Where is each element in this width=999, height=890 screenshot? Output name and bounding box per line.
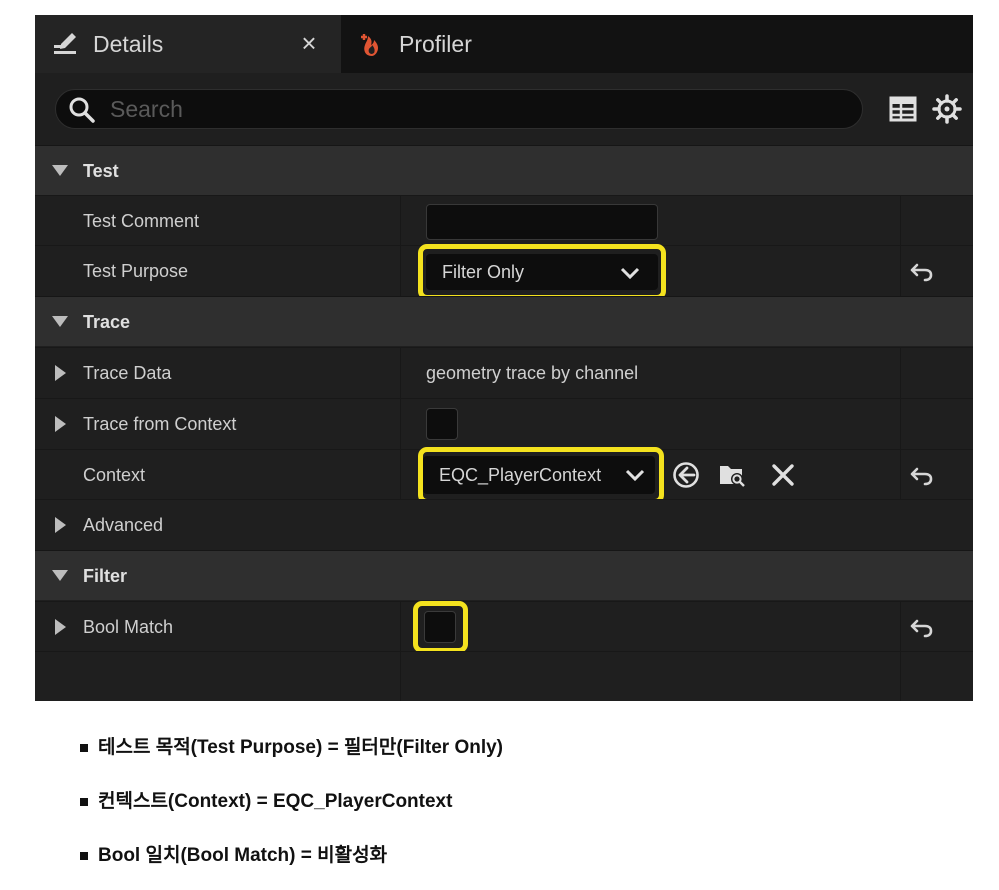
reset-cell bbox=[900, 399, 973, 449]
property-context: Context EQC_PlayerContext bbox=[35, 447, 973, 504]
property-trace-from-context: Trace from Context bbox=[35, 398, 973, 449]
value-cell bbox=[400, 399, 900, 449]
reset-to-default-icon[interactable] bbox=[909, 462, 935, 488]
test-comment-input[interactable] bbox=[426, 204, 658, 240]
context-dropdown[interactable]: EQC_PlayerContext bbox=[423, 456, 655, 494]
bullet-icon bbox=[80, 744, 88, 752]
expand-arrow-icon[interactable] bbox=[55, 619, 67, 635]
test-purpose-dropdown[interactable]: Filter Only bbox=[426, 254, 658, 290]
collapse-arrow-icon bbox=[52, 570, 68, 581]
chevron-down-icon bbox=[625, 469, 645, 482]
empty-row bbox=[35, 651, 973, 701]
bool-match-checkbox[interactable] bbox=[424, 611, 456, 643]
property-label: Trace from Context bbox=[83, 414, 237, 434]
note-item: 컨텍스트(Context) = EQC_PlayerContext bbox=[80, 782, 503, 836]
close-icon[interactable]: × bbox=[295, 28, 323, 58]
property-test-purpose: Test Purpose Filter Only bbox=[35, 244, 973, 300]
note-item: Bool 일치(Bool Match) = 비활성화 bbox=[80, 836, 503, 890]
bullet-icon bbox=[80, 798, 88, 806]
expand-arrow-icon[interactable] bbox=[55, 416, 67, 432]
value-cell: geometry trace by channel bbox=[400, 348, 900, 398]
notes-list: 테스트 목적(Test Purpose) = 필터만(Filter Only) … bbox=[80, 728, 503, 890]
bullet-icon bbox=[80, 852, 88, 860]
value-cell: Filter Only bbox=[400, 244, 900, 300]
reset-cell bbox=[900, 196, 973, 246]
reset-cell bbox=[900, 246, 973, 296]
property-advanced[interactable]: Advanced bbox=[35, 499, 973, 549]
category-label: Test bbox=[83, 161, 119, 181]
dropdown-value: EQC_PlayerContext bbox=[439, 465, 602, 485]
expand-arrow-icon[interactable] bbox=[55, 365, 67, 381]
tab-bar: Details × Profiler bbox=[35, 15, 973, 73]
reset-cell bbox=[900, 348, 973, 398]
property-label: Bool Match bbox=[83, 617, 174, 637]
use-selected-icon[interactable] bbox=[672, 461, 700, 489]
search-icon bbox=[69, 97, 95, 123]
search-box bbox=[55, 89, 863, 129]
note-item: 테스트 목적(Test Purpose) = 필터만(Filter Only) bbox=[80, 728, 503, 782]
property-test-comment: Test Comment bbox=[35, 195, 973, 246]
property-label: Context bbox=[83, 465, 146, 485]
property-label: Trace Data bbox=[83, 363, 172, 383]
tab-details-label: Details bbox=[93, 30, 164, 57]
value-cell bbox=[400, 196, 900, 246]
search-input[interactable] bbox=[110, 90, 850, 128]
value-cell: EQC_PlayerContext bbox=[400, 447, 900, 504]
reset-to-default-icon[interactable] bbox=[909, 614, 935, 640]
property-label: Advanced bbox=[83, 515, 164, 535]
property-trace-data: Trace Data geometry trace by channel bbox=[35, 347, 973, 398]
category-test[interactable]: Test bbox=[35, 145, 973, 195]
property-bool-match: Bool Match bbox=[35, 601, 973, 653]
gear-icon[interactable] bbox=[931, 93, 963, 125]
reset-cell bbox=[900, 602, 973, 652]
chevron-down-icon bbox=[620, 267, 640, 280]
collapse-arrow-icon bbox=[52, 316, 68, 327]
clear-icon[interactable] bbox=[769, 461, 797, 489]
trace-from-context-checkbox[interactable] bbox=[426, 408, 458, 440]
value-cell bbox=[400, 652, 900, 701]
category-label: Trace bbox=[83, 312, 131, 332]
flame-icon bbox=[357, 30, 385, 58]
property-label: Test Purpose bbox=[83, 261, 189, 281]
expand-arrow-icon[interactable] bbox=[55, 517, 67, 533]
tab-profiler[interactable]: Profiler bbox=[341, 15, 561, 73]
dropdown-value: Filter Only bbox=[442, 262, 525, 282]
collapse-arrow-icon bbox=[52, 165, 68, 176]
reset-cell bbox=[900, 652, 973, 701]
category-label: Filter bbox=[83, 566, 128, 586]
search-row bbox=[35, 73, 973, 145]
tab-details[interactable]: Details × bbox=[35, 15, 341, 73]
value-cell bbox=[400, 601, 900, 653]
tab-profiler-label: Profiler bbox=[399, 30, 472, 57]
trace-data-value: geometry trace by channel bbox=[426, 363, 639, 383]
category-trace[interactable]: Trace bbox=[35, 296, 973, 346]
reset-cell bbox=[900, 450, 973, 500]
browse-folder-icon[interactable] bbox=[718, 461, 746, 489]
reset-to-default-icon[interactable] bbox=[909, 258, 935, 284]
pencil-icon bbox=[51, 30, 79, 58]
property-label: Test Comment bbox=[83, 211, 200, 231]
details-panel: Details × Profiler Search Test Test Comm… bbox=[35, 15, 973, 701]
category-filter[interactable]: Filter bbox=[35, 550, 973, 600]
table-view-icon[interactable] bbox=[887, 93, 919, 125]
